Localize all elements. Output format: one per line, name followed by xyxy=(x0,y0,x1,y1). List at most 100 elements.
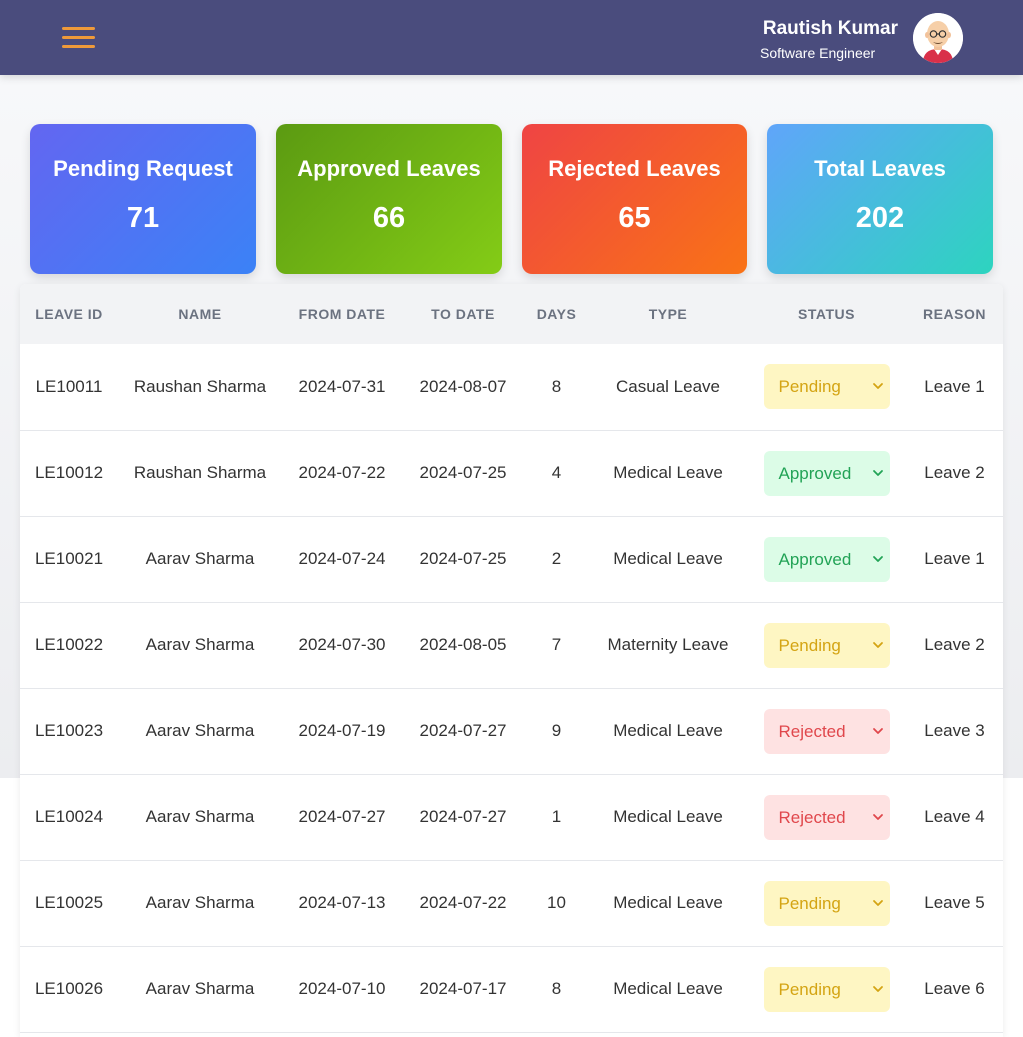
status-cell: Pending xyxy=(747,602,906,688)
leave-id-cell: LE10024 xyxy=(34,807,104,826)
days-cell: 2 xyxy=(551,549,562,568)
leave-table-container: LEAVE ID NAME FROM DATE TO DATE DAYS TYP… xyxy=(20,284,1003,1037)
card-label: Pending Request xyxy=(53,156,233,181)
name-cell: Aarav Sharma xyxy=(145,979,255,998)
chevron-down-icon xyxy=(872,383,883,390)
table-row[interactable]: LE10011 Raushan Sharma 2024-07-31 2024-08-0… xyxy=(20,344,1003,430)
reason-cell: Leave 2 xyxy=(924,463,985,482)
leave-id-cell: LE10025 xyxy=(34,893,104,912)
header-from-date[interactable]: FROM DATE xyxy=(282,284,402,344)
header-leave-id[interactable]: LEAVE ID xyxy=(20,284,118,344)
days-cell: 9 xyxy=(551,721,562,740)
chevron-down-icon xyxy=(872,641,883,648)
chevron-down-icon xyxy=(872,727,883,734)
from-date-cell: 2024-07-30 xyxy=(298,635,386,654)
leave-id-cell: LE10012 xyxy=(34,463,104,482)
status-dropdown[interactable]: Approved xyxy=(763,536,890,582)
table-row[interactable]: LE10026 Aarav Sharma 2024-07-10 2024-07-17 8… xyxy=(20,946,1003,1032)
status-cell: Approved xyxy=(747,430,906,516)
days-cell: 1 xyxy=(551,807,562,826)
name-cell: Aarav Sharma xyxy=(145,549,255,568)
status-value: Approved xyxy=(778,463,852,483)
to-date-cell: 2024-07-27 xyxy=(419,721,507,740)
leave-table: LEAVE ID NAME FROM DATE TO DATE DAYS TYP… xyxy=(20,284,1003,1033)
chevron-down-icon xyxy=(872,899,883,906)
user-name: Rautish Kumar xyxy=(762,18,898,39)
type-cell: Casual Leave xyxy=(616,376,720,396)
status-value: Rejected xyxy=(778,721,846,741)
status-cell: Pending xyxy=(747,860,906,946)
days-cell: 4 xyxy=(551,463,562,482)
reason-cell: Leave 6 xyxy=(924,979,985,998)
type-cell: Medical Leave xyxy=(613,893,723,912)
to-date-cell: 2024-07-22 xyxy=(419,893,507,912)
status-cell: Pending xyxy=(747,344,906,430)
from-date-cell: 2024-07-27 xyxy=(298,807,386,826)
table-row[interactable]: LE10024 Aarav Sharma 2024-07-27 2024-07-27 1… xyxy=(20,774,1003,860)
type-cell: Medical Leave xyxy=(613,549,723,568)
top-navbar: Rautish Kumar Software Engineer xyxy=(0,0,1023,75)
from-date-cell: 2024-07-31 xyxy=(298,376,386,396)
table-row[interactable]: LE10023 Aarav Sharma 2024-07-19 2024-07-27 9… xyxy=(20,688,1003,774)
type-cell: Medical Leave xyxy=(613,807,723,826)
table-row[interactable]: LE10012 Raushan Sharma 2024-07-22 2024-07-2… xyxy=(20,430,1003,516)
status-dropdown[interactable]: Pending xyxy=(763,364,890,410)
header-days[interactable]: DAYS xyxy=(524,284,589,344)
status-cell: Pending xyxy=(747,946,906,1032)
pending-request-card[interactable]: Pending Request 71 xyxy=(30,124,256,274)
status-cell: Rejected xyxy=(747,774,906,860)
user-role: Software Engineer xyxy=(760,45,876,61)
status-value: Pending xyxy=(778,635,841,655)
table-row[interactable]: LE10021 Aarav Sharma 2024-07-24 2024-07-25 2… xyxy=(20,516,1003,602)
days-cell: 7 xyxy=(551,635,562,654)
reason-cell: Leave 1 xyxy=(924,549,985,568)
to-date-cell: 2024-07-27 xyxy=(419,807,507,826)
header-to-date[interactable]: TO DATE xyxy=(402,284,524,344)
header-status[interactable]: STATUS xyxy=(747,284,906,344)
status-value: Pending xyxy=(778,377,841,397)
hamburger-menu-icon[interactable] xyxy=(62,25,95,51)
from-date-cell: 2024-07-19 xyxy=(298,721,386,740)
total-leaves-card[interactable]: Total Leaves 202 xyxy=(767,124,993,274)
days-cell: 8 xyxy=(551,979,562,998)
days-cell: 8 xyxy=(551,376,562,396)
status-cell: Rejected xyxy=(747,688,906,774)
status-value: Pending xyxy=(778,893,841,913)
leave-id-cell: LE10026 xyxy=(34,979,104,998)
card-label: Total Leaves xyxy=(814,156,946,181)
card-label: Approved Leaves xyxy=(297,156,481,181)
status-dropdown[interactable]: Pending xyxy=(763,880,890,926)
card-value: 202 xyxy=(855,202,905,234)
header-name[interactable]: NAME xyxy=(118,284,282,344)
header-type[interactable]: TYPE xyxy=(589,284,747,344)
header-reason[interactable]: REASON xyxy=(906,284,1003,344)
card-label: Rejected Leaves xyxy=(548,156,721,181)
name-cell: Raushan Sharma xyxy=(133,463,267,482)
table-row[interactable]: LE10022 Aarav Sharma 2024-07-30 2024-08-05 7… xyxy=(20,602,1003,688)
status-dropdown[interactable]: Rejected xyxy=(763,794,890,840)
chevron-down-icon xyxy=(872,469,883,476)
leave-id-cell: LE10023 xyxy=(34,721,104,740)
leave-id-cell: LE10022 xyxy=(34,635,104,654)
table-row[interactable]: LE10025 Aarav Sharma 2024-07-13 2024-07-22 1… xyxy=(20,860,1003,946)
status-dropdown[interactable]: Rejected xyxy=(763,708,890,754)
rejected-leaves-card[interactable]: Rejected Leaves 65 xyxy=(522,124,747,274)
status-dropdown[interactable]: Pending xyxy=(763,622,890,668)
approved-leaves-card[interactable]: Approved Leaves 66 xyxy=(276,124,502,274)
to-date-cell: 2024-08-05 xyxy=(419,635,507,654)
from-date-cell: 2024-07-24 xyxy=(298,549,386,568)
reason-cell: Leave 3 xyxy=(924,721,985,740)
status-dropdown[interactable]: Approved xyxy=(763,450,890,496)
status-value: Rejected xyxy=(778,807,846,827)
status-dropdown[interactable]: Pending xyxy=(763,966,890,1012)
card-value: 71 xyxy=(126,202,160,234)
to-date-cell: 2024-07-17 xyxy=(419,979,507,998)
card-value: 66 xyxy=(372,202,406,234)
type-cell: Medical Leave xyxy=(613,721,723,740)
reason-cell: Leave 2 xyxy=(924,635,985,654)
type-cell: Medical Leave xyxy=(613,463,723,482)
name-cell: Aarav Sharma xyxy=(145,893,255,912)
status-value: Pending xyxy=(778,979,841,999)
avatar-illustration-icon xyxy=(913,13,963,63)
user-avatar[interactable] xyxy=(913,13,963,63)
